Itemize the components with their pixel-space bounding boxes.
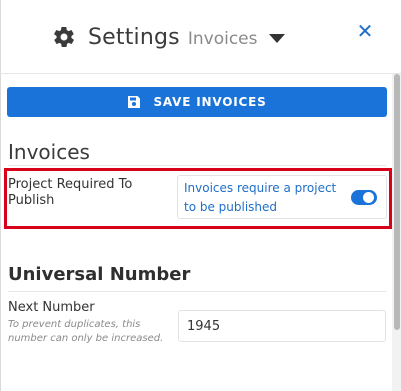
section-divider	[8, 291, 386, 292]
section-title-invoices: Invoices	[8, 140, 90, 164]
project-required-label: Project Required To Publish	[8, 177, 133, 208]
next-number-label: Next Number	[8, 300, 95, 315]
toggle-knob	[363, 192, 374, 203]
scrollbar-thumb[interactable]	[394, 74, 400, 330]
header-divider	[0, 73, 401, 74]
next-number-input[interactable]	[178, 310, 386, 342]
settings-panel: Settings Invoices ✕ SAVE INVOICES Invoic…	[0, 0, 401, 391]
section-title-universal-number: Universal Number	[8, 264, 191, 285]
settings-title-dropdown[interactable]: Settings Invoices	[52, 22, 286, 52]
close-icon[interactable]: ✕	[356, 21, 374, 41]
next-number-hint: To prevent duplicates, this number can o…	[8, 319, 164, 344]
page-subtitle: Invoices	[187, 28, 258, 49]
floppy-disk-icon	[127, 95, 141, 109]
chevron-down-icon[interactable]	[269, 33, 286, 43]
section-divider	[8, 165, 386, 166]
gear-icon	[52, 25, 76, 49]
project-required-description: Invoices require a project to be publish…	[184, 181, 337, 214]
save-invoices-label: SAVE INVOICES	[153, 95, 267, 109]
page-title: Settings	[88, 24, 180, 50]
settings-header: Settings Invoices ✕	[0, 0, 401, 74]
save-invoices-button[interactable]: SAVE INVOICES	[7, 87, 387, 117]
